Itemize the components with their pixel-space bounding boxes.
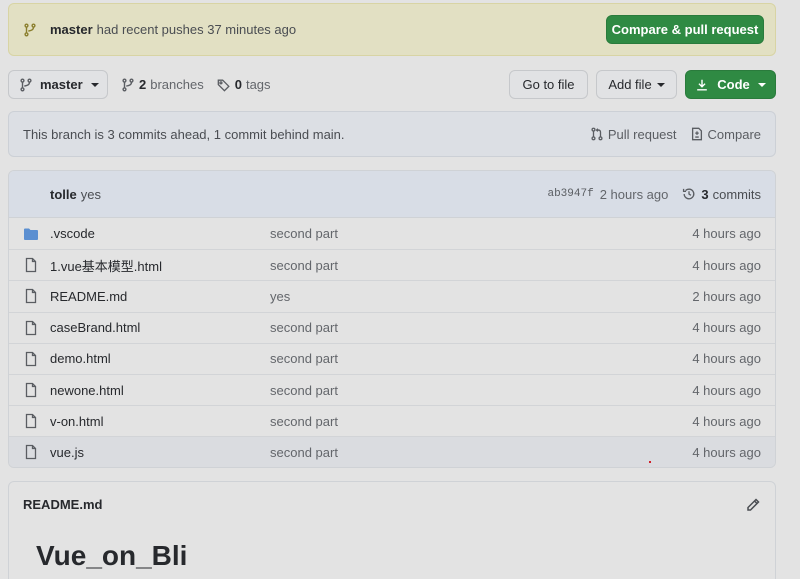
file-age: 2 hours ago: [692, 288, 761, 304]
file-icon: [23, 351, 39, 367]
recent-push-banner: master had recent pushes 37 minutes ago C…: [8, 3, 776, 56]
tag-icon: [217, 78, 231, 92]
commit-meta: ab3947f 2 hours ago 3 commits: [547, 187, 761, 202]
add-file-label: Add file: [608, 77, 652, 92]
compare-label: Compare: [707, 126, 761, 142]
file-name[interactable]: .vscode: [50, 226, 270, 241]
download-icon: [695, 78, 709, 92]
file-age: 4 hours ago: [692, 444, 761, 460]
file-row[interactable]: 1.vue基本模型.html second part 4 hours ago: [9, 249, 775, 280]
branches-link[interactable]: 2 branches: [121, 77, 204, 92]
push-message: master had recent pushes 37 minutes ago: [50, 22, 296, 37]
branches-count: 2: [139, 77, 147, 92]
file-commit-message[interactable]: yes: [270, 289, 290, 304]
file-age: 4 hours ago: [692, 226, 761, 242]
file-name[interactable]: README.md: [50, 289, 270, 304]
file-row[interactable]: caseBrand.html second part 4 hours ago: [9, 311, 775, 343]
file-name[interactable]: newone.html: [50, 383, 270, 398]
tags-link[interactable]: 0 tags: [217, 77, 271, 92]
git-branch-icon: [19, 78, 33, 92]
branch-status-box: This branch is 3 commits ahead, 1 commit…: [8, 111, 776, 157]
file-name[interactable]: demo.html: [50, 351, 270, 366]
push-message-text: had recent pushes 37 minutes ago: [96, 22, 297, 37]
branches-label: branches: [150, 77, 204, 92]
pencil-icon[interactable]: [745, 497, 761, 513]
file-name[interactable]: vue.js: [50, 445, 270, 460]
file-commit-message[interactable]: second part: [270, 414, 338, 429]
file-name[interactable]: 1.vue基本模型.html: [50, 256, 270, 275]
file-diff-icon: [690, 127, 704, 141]
add-file-button[interactable]: Add file: [596, 70, 677, 99]
caret-down-icon: [90, 82, 99, 87]
folder-icon: [23, 226, 39, 242]
pull-request-label: Pull request: [607, 126, 677, 142]
branch-status-actions: Pull request Compare: [590, 127, 761, 142]
code-label: Code: [717, 77, 750, 92]
caret-down-icon: [656, 82, 665, 87]
file-row[interactable]: vue.js second part 4 hours ago: [9, 436, 775, 467]
branch-select-button[interactable]: master: [8, 70, 108, 99]
file-commit-message[interactable]: second part: [270, 258, 338, 273]
branch-select-label: master: [40, 77, 83, 92]
git-branch-icon: [121, 78, 135, 92]
file-icon: [23, 288, 39, 304]
commits-label: commits: [712, 186, 761, 202]
file-icon: [23, 413, 39, 429]
git-branch-icon: [23, 23, 37, 37]
file-commit-message[interactable]: second part: [270, 351, 338, 366]
file-row[interactable]: README.md yes 2 hours ago: [9, 280, 775, 311]
file-age: 4 hours ago: [692, 413, 761, 429]
file-commit-message[interactable]: second part: [270, 226, 338, 241]
file-commit-message[interactable]: second part: [270, 445, 338, 460]
tags-label: tags: [245, 77, 271, 92]
compare-pull-request-button[interactable]: Compare & pull request: [606, 15, 764, 44]
file-row[interactable]: newone.html second part 4 hours ago: [9, 373, 775, 405]
file-icon: [23, 257, 39, 273]
file-row[interactable]: demo.html second part 4 hours ago: [9, 342, 775, 374]
file-row[interactable]: .vscode second part 4 hours ago: [9, 218, 775, 249]
readme-title: README.md: [23, 497, 103, 512]
commit-time: 2 hours ago: [599, 186, 669, 202]
pull-request-link[interactable]: Pull request: [590, 127, 677, 142]
pull-request-icon: [590, 127, 604, 141]
file-icon: [23, 320, 39, 336]
file-list: .vscode second part 4 hours ago 1.vue基本模型.h…: [9, 218, 775, 467]
file-age: 4 hours ago: [692, 257, 761, 273]
readme-panel: README.md Vue_on_Bli: [8, 481, 776, 579]
history-icon: [682, 187, 696, 201]
file-age: 4 hours ago: [692, 351, 761, 367]
file-age: 4 hours ago: [692, 382, 761, 398]
compare-link[interactable]: Compare: [690, 127, 761, 142]
go-to-file-button[interactable]: Go to file: [509, 70, 588, 99]
file-commit-message[interactable]: second part: [270, 383, 338, 398]
tags-count: 0: [234, 77, 242, 92]
file-row[interactable]: v-on.html second part 4 hours ago: [9, 405, 775, 436]
commit-sha[interactable]: ab3947f: [547, 188, 593, 200]
branch-status-text: This branch is 3 commits ahead, 1 commit…: [23, 126, 345, 142]
code-button[interactable]: Code: [685, 70, 776, 99]
file-commit-message[interactable]: second part: [270, 320, 338, 335]
readme-heading: Vue_on_Bli: [36, 540, 188, 571]
caret-down-icon: [757, 82, 766, 87]
commits-count: 3: [701, 186, 709, 202]
readme-header: README.md: [9, 482, 775, 527]
file-age: 4 hours ago: [692, 320, 761, 336]
file-browser: tolle yes ab3947f 2 hours ago 3 commits …: [8, 170, 776, 468]
file-icon: [23, 444, 39, 460]
push-branch-name[interactable]: master: [50, 22, 93, 37]
repo-toolbar: master 2 branches 0 tags Go to file Add …: [8, 70, 776, 99]
toolbar-actions: Go to file Add file Code: [509, 70, 776, 99]
commit-message[interactable]: yes: [81, 187, 101, 202]
file-name[interactable]: v-on.html: [50, 414, 270, 429]
file-name[interactable]: caseBrand.html: [50, 320, 270, 335]
commit-author[interactable]: tolle: [50, 187, 77, 202]
commits-history-link[interactable]: 3 commits: [682, 187, 761, 202]
latest-commit-bar: tolle yes ab3947f 2 hours ago 3 commits: [9, 171, 775, 218]
cursor-dot: [649, 461, 651, 463]
file-icon: [23, 382, 39, 398]
